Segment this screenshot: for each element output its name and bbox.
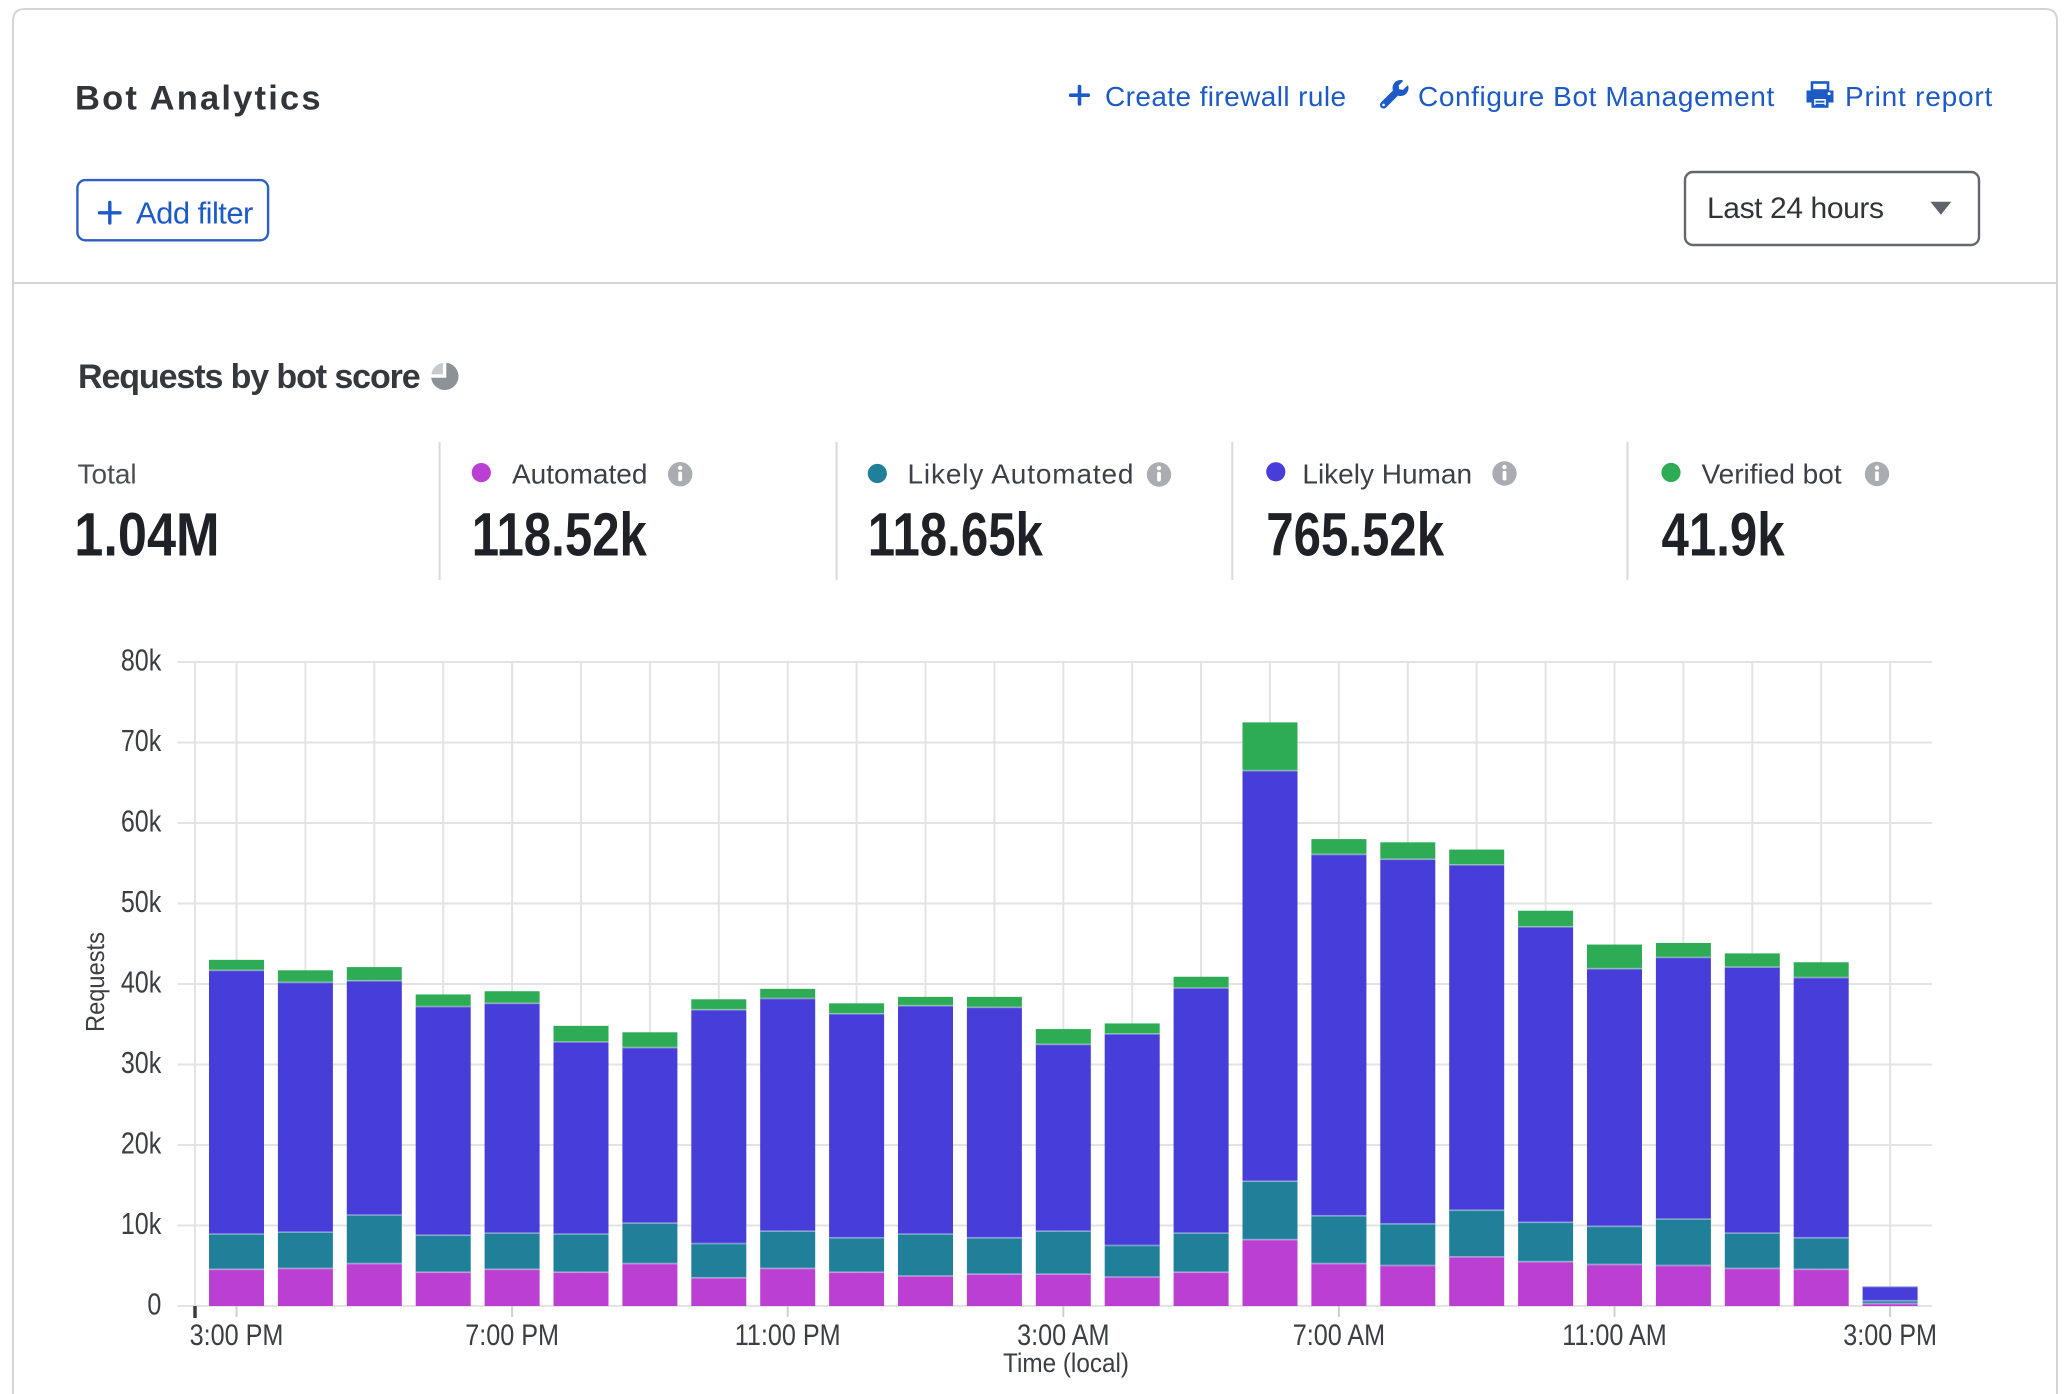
svg-text:Time (local): Time (local) — [1003, 1349, 1129, 1378]
svg-text:11:00 AM: 11:00 AM — [1562, 1318, 1667, 1352]
svg-text:Verified bot: Verified bot — [1702, 458, 1842, 489]
svg-text:11:00 PM: 11:00 PM — [735, 1318, 841, 1352]
svg-text:3:00 AM: 3:00 AM — [1017, 1318, 1109, 1352]
svg-text:Print report: Print report — [1845, 81, 1993, 112]
svg-text:7:00 PM: 7:00 PM — [465, 1318, 559, 1352]
svg-text:0: 0 — [147, 1286, 161, 1321]
svg-text:30k: 30k — [121, 1045, 162, 1080]
svg-text:Configure Bot Management: Configure Bot Management — [1418, 81, 1775, 112]
svg-text:80k: 80k — [121, 642, 162, 677]
svg-text:Bot Analytics: Bot Analytics — [75, 79, 323, 117]
svg-text:Requests by bot score: Requests by bot score — [78, 358, 420, 396]
svg-text:60k: 60k — [121, 803, 162, 838]
svg-text:Create firewall rule: Create firewall rule — [1105, 81, 1346, 112]
svg-text:7:00 AM: 7:00 AM — [1293, 1318, 1385, 1352]
svg-text:118.65k: 118.65k — [868, 500, 1044, 568]
svg-text:Add filter: Add filter — [136, 196, 253, 231]
svg-text:118.52k: 118.52k — [472, 500, 648, 568]
svg-text:1.04M: 1.04M — [74, 501, 219, 570]
svg-text:765.52k: 765.52k — [1266, 500, 1445, 568]
svg-text:Likely Human: Likely Human — [1302, 458, 1472, 489]
svg-text:3:00 PM: 3:00 PM — [190, 1318, 284, 1352]
svg-text:Last 24 hours: Last 24 hours — [1707, 192, 1884, 225]
svg-text:Requests: Requests — [82, 932, 110, 1032]
svg-text:Likely Automated: Likely Automated — [908, 458, 1135, 489]
svg-text:3:00 PM: 3:00 PM — [1843, 1318, 1937, 1352]
svg-text:40k: 40k — [121, 964, 162, 999]
svg-text:10k: 10k — [121, 1206, 162, 1241]
svg-text:41.9k: 41.9k — [1662, 500, 1786, 568]
svg-text:50k: 50k — [121, 884, 162, 919]
svg-text:20k: 20k — [121, 1125, 162, 1160]
svg-text:70k: 70k — [121, 723, 162, 758]
svg-text:Total: Total — [78, 458, 137, 489]
svg-text:Automated: Automated — [512, 458, 647, 489]
